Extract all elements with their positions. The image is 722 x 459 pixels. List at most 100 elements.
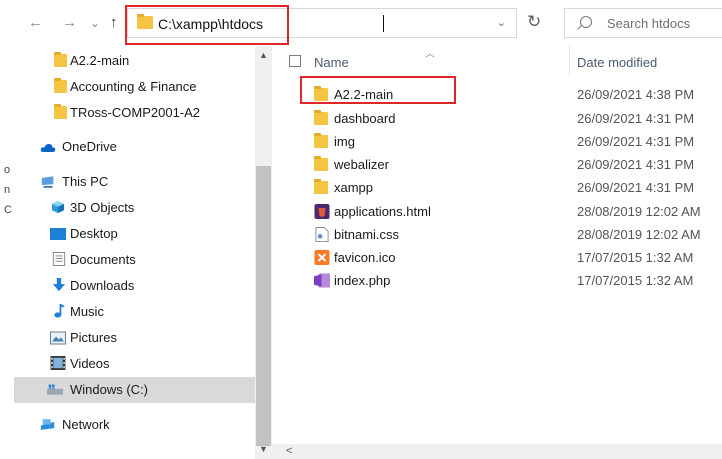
php-file-icon (314, 273, 330, 288)
nav-item-network[interactable]: Network (14, 412, 257, 438)
file-date: 28/08/2019 12:02 AM (577, 204, 701, 219)
file-date: 26/09/2021 4:38 PM (577, 87, 695, 102)
file-name: img (334, 134, 355, 149)
nav-item-onedrive[interactable]: OneDrive (14, 134, 257, 160)
nav-item-label: OneDrive (62, 139, 117, 154)
folder-icon (314, 179, 328, 194)
nav-item-accounting-finance[interactable]: Accounting & Finance (14, 74, 257, 100)
folder-icon (54, 104, 67, 119)
up-button[interactable]: ↑ (110, 14, 118, 32)
background-char: o (4, 164, 11, 176)
nav-item-videos[interactable]: Videos (14, 351, 257, 377)
file-row[interactable]: applications.html 28/08/2019 12:02 AM (272, 200, 722, 223)
scroll-down-arrow[interactable]: ▼ (259, 444, 268, 454)
folder-icon (54, 78, 67, 93)
css-file-icon (315, 227, 329, 242)
file-row[interactable]: favicon.ico 17/07/2015 1:32 AM (272, 246, 722, 269)
folder-icon (314, 133, 328, 148)
nav-item-label: Documents (70, 252, 136, 267)
folder-icon (137, 14, 153, 29)
refresh-icon[interactable]: ↻ (527, 12, 541, 32)
text-caret (383, 15, 384, 32)
desktop-icon (50, 228, 66, 240)
column-name[interactable]: Name (314, 55, 349, 70)
nav-item-3d-objects[interactable]: 3D Objects (14, 195, 257, 221)
folder-icon (314, 86, 328, 101)
cube-icon (51, 200, 65, 214)
xampp-icon (314, 250, 330, 265)
cloud-icon (40, 144, 56, 152)
file-row[interactable]: img 26/09/2021 4:31 PM (272, 130, 722, 153)
column-date-modified[interactable]: Date modified (577, 55, 657, 70)
computer-icon (41, 176, 54, 188)
nav-item-windows-c[interactable]: Windows (C:) (14, 377, 257, 403)
nav-item-a2-2-main[interactable]: A2.2-main (14, 48, 257, 74)
file-row[interactable]: webalizer 26/09/2021 4:31 PM (272, 153, 722, 176)
scrollbar-thumb[interactable] (256, 166, 271, 446)
nav-item-pictures[interactable]: Pictures (14, 325, 257, 351)
file-row[interactable]: dashboard 26/09/2021 4:31 PM (272, 107, 722, 130)
sort-ascending-icon: ︿ (425, 49, 435, 60)
navigation-pane: A2.2-main Accounting & Finance TRoss-COM… (14, 46, 257, 459)
scroll-up-arrow[interactable]: ▲ (259, 50, 268, 60)
nav-item-documents[interactable]: Documents (14, 247, 257, 273)
horizontal-scrollbar[interactable]: < (272, 444, 722, 459)
document-icon (52, 252, 66, 266)
background-char: C (4, 204, 12, 216)
nav-item-tross-comp2001-a2[interactable]: TRoss-COMP2001-A2 (14, 100, 257, 126)
address-path[interactable]: C:\xampp\htdocs (158, 16, 263, 32)
nav-item-this-pc[interactable]: This PC (14, 169, 257, 195)
nav-item-label: Music (70, 304, 104, 319)
file-date: 26/09/2021 4:31 PM (577, 134, 695, 149)
file-name: A2.2-main (334, 87, 394, 102)
background-window-edge: o n C (0, 46, 14, 459)
video-icon (50, 356, 66, 370)
file-date: 17/07/2015 1:32 AM (577, 250, 694, 265)
nav-item-label: Videos (70, 356, 110, 371)
folder-icon (314, 110, 328, 125)
nav-item-label: Accounting & Finance (70, 79, 197, 94)
nav-item-music[interactable]: Music (14, 299, 257, 325)
recent-locations-button[interactable]: ⌄ (90, 14, 100, 32)
drive-icon (47, 384, 63, 395)
file-row[interactable]: A2.2-main 26/09/2021 4:38 PM (272, 83, 722, 106)
nav-item-label: Windows (C:) (70, 382, 149, 397)
search-icon (580, 16, 592, 28)
file-name: webalizer (334, 157, 389, 172)
file-row[interactable]: bitnami.css 28/08/2019 12:02 AM (272, 223, 722, 246)
nav-item-label: Desktop (70, 226, 118, 241)
file-date: 26/09/2021 4:31 PM (577, 157, 695, 172)
column-header: ︿ Name Date modified (272, 46, 722, 76)
nav-item-label: Downloads (70, 278, 135, 293)
nav-scrollbar[interactable]: ▲ ▼ (255, 46, 272, 459)
search-placeholder: Search htdocs (607, 16, 691, 31)
file-name: applications.html (334, 204, 431, 219)
nav-item-label: A2.2-main (70, 53, 130, 68)
file-list: ︿ Name Date modified A2.2-main 26/09/202… (272, 46, 722, 459)
folder-icon (314, 156, 328, 171)
nav-item-desktop[interactable]: Desktop (14, 221, 257, 247)
background-char: n (4, 184, 11, 196)
file-row[interactable]: index.php 17/07/2015 1:32 AM (272, 269, 722, 292)
file-name: bitnami.css (334, 227, 400, 242)
address-toolbar: ← → ⌄ ↑ C:\xampp\htdocs ⌄ ↻ Search htdoc… (0, 0, 722, 46)
music-icon (54, 304, 65, 318)
back-button[interactable]: ← (28, 14, 43, 32)
select-all-checkbox[interactable] (289, 55, 301, 67)
file-date: 26/09/2021 4:31 PM (577, 180, 695, 195)
file-date: 17/07/2015 1:32 AM (577, 273, 694, 288)
file-date: 26/09/2021 4:31 PM (577, 111, 695, 126)
file-row[interactable]: xampp 26/09/2021 4:31 PM (272, 176, 722, 199)
address-bar[interactable]: C:\xampp\htdocs ⌄ (127, 8, 517, 38)
nav-item-label: TRoss-COMP2001-A2 (70, 105, 201, 120)
file-name: favicon.ico (334, 250, 396, 265)
html-file-icon (314, 204, 330, 219)
download-icon (52, 278, 66, 292)
chevron-down-icon[interactable]: ⌄ (497, 16, 506, 29)
file-name: xampp (334, 180, 374, 195)
nav-item-downloads[interactable]: Downloads (14, 273, 257, 299)
scroll-left-arrow[interactable]: < (286, 445, 292, 457)
search-input[interactable]: Search htdocs (564, 8, 722, 38)
forward-button[interactable]: → (62, 14, 77, 32)
column-divider[interactable] (569, 46, 570, 76)
